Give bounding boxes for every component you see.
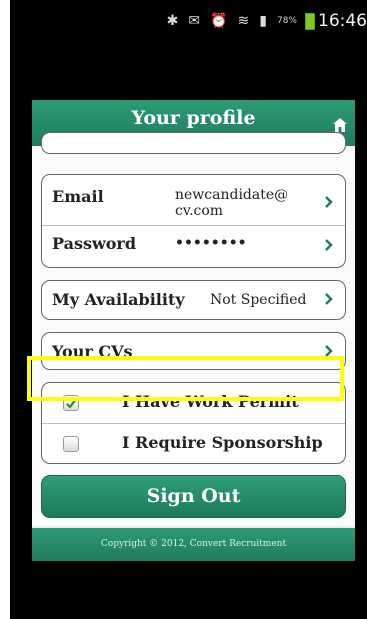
battery-icon (305, 13, 315, 30)
signal-icon: ▮ (259, 13, 267, 29)
password-label: Password (52, 234, 137, 253)
alarm-icon: ⏰ (210, 13, 228, 29)
status-time: 16:46 (318, 11, 367, 31)
vibrate-icon: ✉ (188, 13, 201, 29)
status-icons: ✱ ✉ ⏰ ≋ ▮ 78% (167, 13, 297, 29)
chevron-right-icon (325, 196, 333, 208)
page-title: Your profile (131, 107, 256, 129)
footer-copyright: Copyright © 2012, Convert Recruitment (32, 528, 355, 561)
email-row[interactable]: Email newcandidate@ cv.com (42, 175, 345, 225)
sign-out-button[interactable]: Sign Out (41, 475, 346, 518)
sponsorship-label: I Require Sponsorship (122, 433, 323, 452)
password-value: •••••••• (175, 235, 247, 251)
chevron-right-icon (325, 293, 333, 305)
email-value: newcandidate@ cv.com (175, 187, 289, 219)
chevron-right-icon (325, 239, 333, 251)
wifi-icon: ≋ (237, 13, 250, 29)
phone-frame: ✱ ✉ ⏰ ≋ ▮ 78% 16:46 Your profile Email n… (10, 0, 367, 619)
sponsorship-row[interactable]: I Require Sponsorship (42, 423, 345, 463)
email-label: Email (52, 187, 104, 206)
app-screen: Your profile Email newcandidate@ cv.com … (32, 100, 355, 561)
home-icon[interactable] (333, 118, 347, 132)
highlight-box (27, 356, 344, 401)
previous-card (41, 132, 346, 154)
profile-content: Email newcandidate@ cv.com Password ••••… (32, 132, 355, 526)
credentials-card: Email newcandidate@ cv.com Password ••••… (41, 174, 346, 268)
availability-card[interactable]: My Availability Not Specified (41, 280, 346, 320)
availability-label: My Availability (52, 290, 185, 309)
status-bar: ✱ ✉ ⏰ ≋ ▮ 78% 16:46 (10, 0, 367, 40)
sponsorship-checkbox[interactable] (63, 436, 79, 452)
battery-percent: 78% (276, 16, 297, 26)
bluetooth-icon: ✱ (166, 13, 179, 29)
password-row[interactable]: Password •••••••• (42, 225, 345, 266)
availability-value: Not Specified (210, 292, 307, 308)
